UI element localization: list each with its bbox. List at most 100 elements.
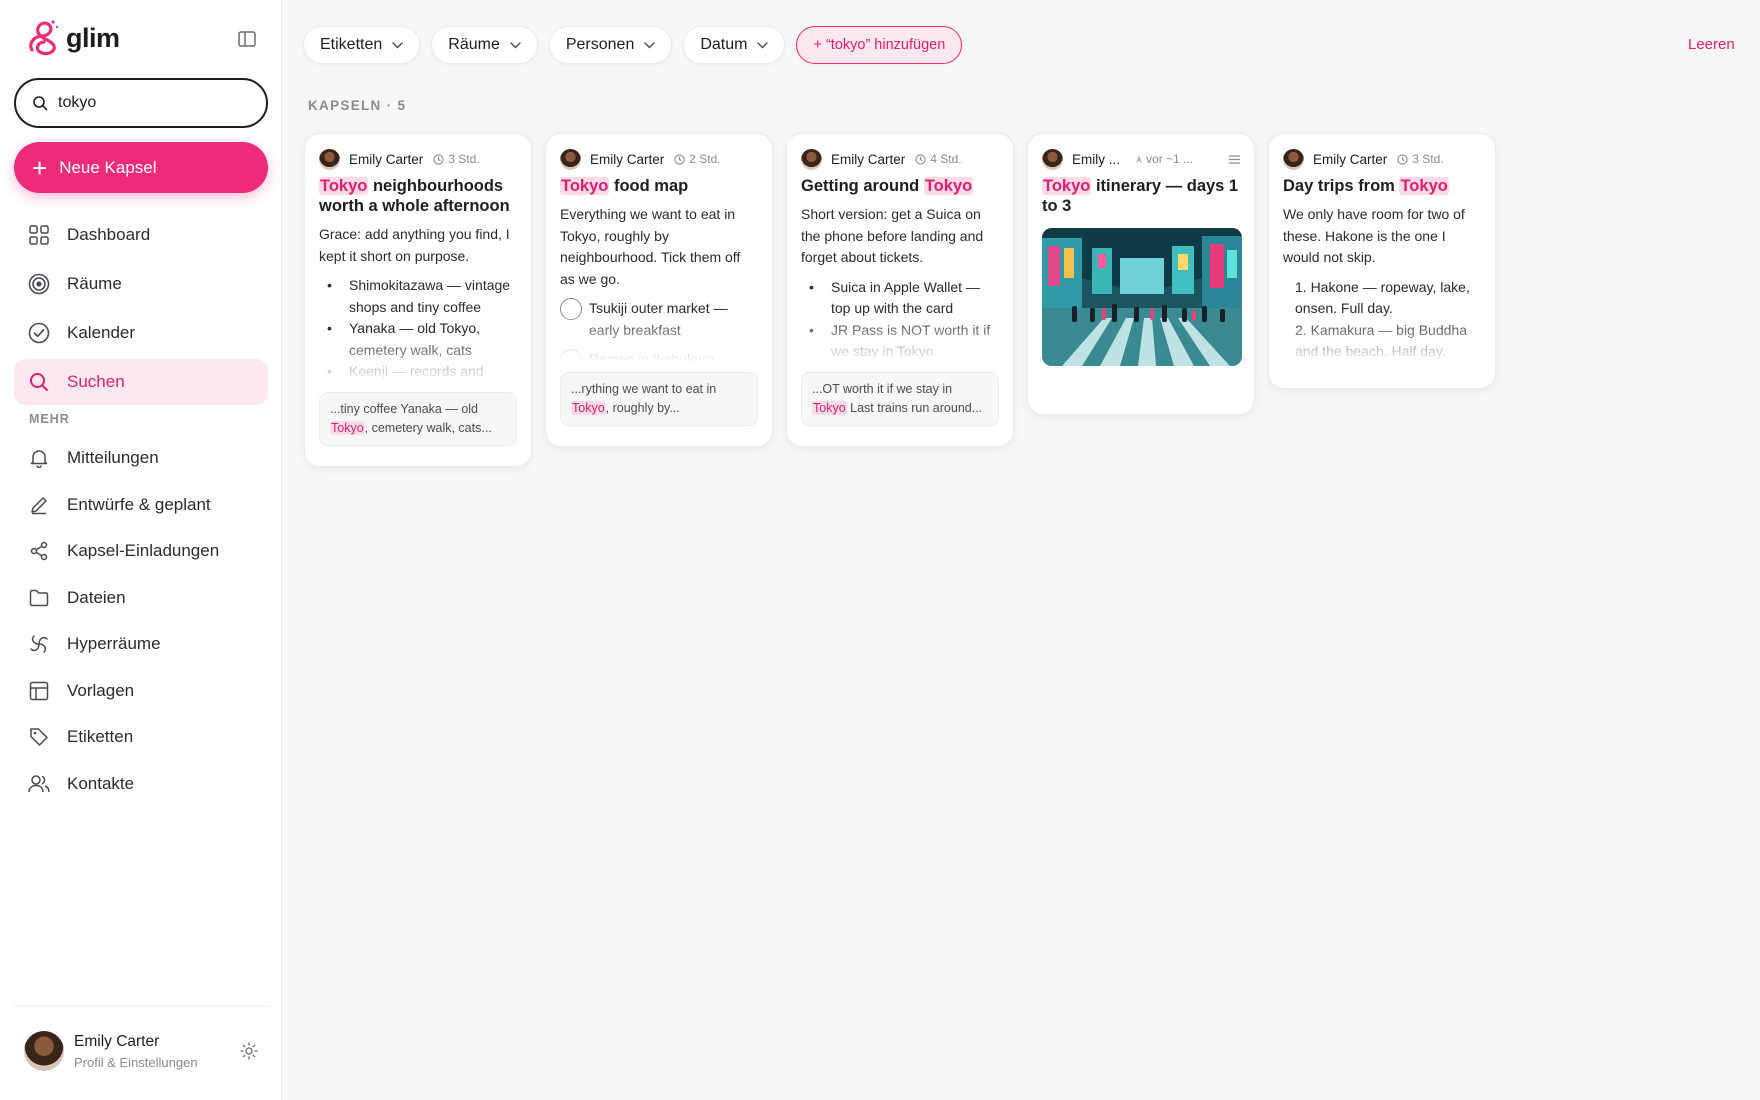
nav-item-etiketten[interactable]: Etiketten xyxy=(14,715,268,759)
card-time: 2 Std. xyxy=(689,152,721,166)
profile-subtitle: Profil & Einstellungen xyxy=(74,1054,198,1070)
capsule-card[interactable]: Emily ... vor ~1 ... Tokyo itinerary — d… xyxy=(1027,133,1255,415)
nav-label: Dashboard xyxy=(67,225,151,244)
more-nav: Mitteilungen Entwürfe & geplant Kapsel-E… xyxy=(14,436,268,808)
card-title: Day trips from Tokyo xyxy=(1283,176,1481,196)
sidebar: glim + Neue Kapsel Dashboard Räume Kalen… xyxy=(0,0,282,1100)
card-author: Emily Carter xyxy=(1313,151,1388,167)
chevron-down-icon xyxy=(510,41,521,48)
snippet-text: ...rything we want to eat in xyxy=(571,382,717,396)
profile-button[interactable]: Emily Carter Profil & Einstellungen xyxy=(24,1031,198,1071)
checklist-text: Tsukiji outer market — early breakfast xyxy=(589,300,728,338)
new-capsule-button[interactable]: + Neue Kapsel xyxy=(14,142,268,193)
filter-personen-dropdown[interactable]: Personen xyxy=(548,26,673,64)
nav-label: Hyperräume xyxy=(67,634,161,653)
nav-label: Räume xyxy=(67,274,122,293)
card-body-text: We only have room for two of these. Hako… xyxy=(1283,206,1465,265)
card-body-text: Grace: add anything you find, I kept it … xyxy=(319,226,510,264)
nav-item-entwuerfe[interactable]: Entwürfe & geplant xyxy=(14,483,268,527)
search-highlight: Tokyo xyxy=(560,177,610,195)
glim-logo-icon xyxy=(29,20,59,56)
card-author: Emily ... xyxy=(1072,151,1121,167)
nav-item-kalender[interactable]: Kalender xyxy=(14,310,268,356)
nav-label: Dateien xyxy=(67,587,126,607)
card-title: Tokyo itinerary — days 1 to 3 xyxy=(1042,176,1240,216)
card-time: 3 Std. xyxy=(1412,152,1444,166)
clock-icon xyxy=(674,153,685,165)
checkbox-icon[interactable] xyxy=(560,298,582,320)
pencil-icon xyxy=(28,494,50,516)
nav-item-hyperraeume[interactable]: Hyperräume xyxy=(14,622,268,666)
checklist-item[interactable]: Tsukiji outer market — early breakfast xyxy=(560,298,758,341)
card-time: 4 Std. xyxy=(930,152,962,166)
checkbox-icon[interactable] xyxy=(560,349,582,362)
checklist-item[interactable]: Ramen in Ikebukuro xyxy=(560,349,758,362)
nav-item-dateien[interactable]: Dateien xyxy=(14,576,268,620)
clock-icon xyxy=(1397,153,1408,165)
folder-icon xyxy=(28,587,50,609)
card-title-text: food map xyxy=(609,177,689,195)
clear-button[interactable]: Leeren xyxy=(1688,36,1735,53)
filter-bar: Etiketten Räume Personen Datum + “tokyo”… xyxy=(303,26,963,64)
list-item: Shimokitazawa — vintage shops and tiny c… xyxy=(319,275,517,318)
capsule-card[interactable]: Emily Carter 4 Std. Getting around Tokyo… xyxy=(786,133,1014,447)
nav-item-kontakte[interactable]: Kontakte xyxy=(14,762,268,806)
search-icon xyxy=(28,371,50,393)
clock-icon xyxy=(433,153,444,165)
sidebar-toggle-button[interactable] xyxy=(236,28,258,50)
filter-datum-dropdown[interactable]: Datum xyxy=(683,26,786,64)
card-time: vor ~1 ... xyxy=(1146,152,1194,166)
avatar xyxy=(1283,148,1304,170)
search-field[interactable] xyxy=(14,78,268,128)
filter-label: Personen xyxy=(565,36,635,53)
card-title-text: Getting around xyxy=(801,177,924,195)
list-item: 1. Hakone — ropeway, lake, onsen. Full d… xyxy=(1295,278,1470,317)
list-item: 2. Kamakura — big Buddha and the beach. … xyxy=(1295,321,1467,360)
filter-label: Etiketten xyxy=(320,36,383,53)
nav-item-suchen[interactable]: Suchen xyxy=(14,359,268,405)
card-body-text: Everything we want to eat in Tokyo, roug… xyxy=(560,206,741,287)
nav-label: Vorlagen xyxy=(67,680,135,700)
card-author: Emily Carter xyxy=(831,151,906,167)
rooms-icon xyxy=(28,273,50,295)
main-nav: Dashboard Räume Kalender Suchen xyxy=(14,212,268,408)
list-item: Yanaka — old Tokyo, cemetery walk, cats xyxy=(319,318,517,361)
snippet-text: Last trains run around... xyxy=(846,401,983,415)
contacts-icon xyxy=(28,773,50,795)
snippet-text: ...tiny coffee Yanaka — old xyxy=(330,402,479,416)
card-time: 3 Std. xyxy=(448,152,480,166)
avatar xyxy=(560,148,581,170)
new-capsule-label: Neue Kapsel xyxy=(59,157,157,177)
filter-etiketten-dropdown[interactable]: Etiketten xyxy=(303,26,421,64)
sidebar-toggle-icon xyxy=(238,31,256,47)
plus-icon: + xyxy=(32,152,48,183)
template-icon xyxy=(28,680,50,702)
nav-item-dashboard[interactable]: Dashboard xyxy=(14,212,268,258)
capsule-card[interactable]: Emily Carter 2 Std. Tokyo food map Every… xyxy=(545,133,773,447)
theme-toggle-button[interactable] xyxy=(238,1040,260,1062)
nav-item-vorlagen[interactable]: Vorlagen xyxy=(14,669,268,713)
capsule-card[interactable]: Emily Carter 3 Std. Tokyo neighbourhoods… xyxy=(304,133,532,467)
app-logo[interactable]: glim xyxy=(26,18,120,58)
capsule-card[interactable]: Emily Carter 3 Std. Day trips from Tokyo… xyxy=(1268,133,1496,389)
list-item: Suica in Apple Wallet — top up with the … xyxy=(801,277,999,320)
card-author: Emily Carter xyxy=(590,151,665,167)
add-tag-filter-button[interactable]: + “tokyo” hinzufügen xyxy=(796,26,963,64)
sun-icon xyxy=(240,1042,258,1060)
pin-icon xyxy=(1136,155,1143,163)
snippet-text: , roughly by... xyxy=(605,401,680,415)
nav-item-kapsel-einladungen[interactable]: Kapsel-Einladungen xyxy=(14,529,268,573)
chevron-down-icon xyxy=(392,41,403,48)
filter-raeume-dropdown[interactable]: Räume xyxy=(431,26,538,64)
nav-item-raeume[interactable]: Räume xyxy=(14,261,268,307)
filter-label: Räume xyxy=(448,36,500,53)
grid-icon xyxy=(28,224,50,246)
nav-label: Kapsel-Einladungen xyxy=(67,541,220,560)
avatar xyxy=(1042,148,1063,170)
card-menu-icon[interactable] xyxy=(1229,154,1240,164)
search-highlight: Tokyo xyxy=(1042,177,1092,195)
card-body-text: Short version: get a Suica on the phone … xyxy=(801,206,984,265)
nav-item-mitteilungen[interactable]: Mitteilungen xyxy=(14,436,268,480)
search-input[interactable] xyxy=(58,94,248,112)
list-item: JR Pass is NOT worth it if we stay in To… xyxy=(801,320,999,363)
